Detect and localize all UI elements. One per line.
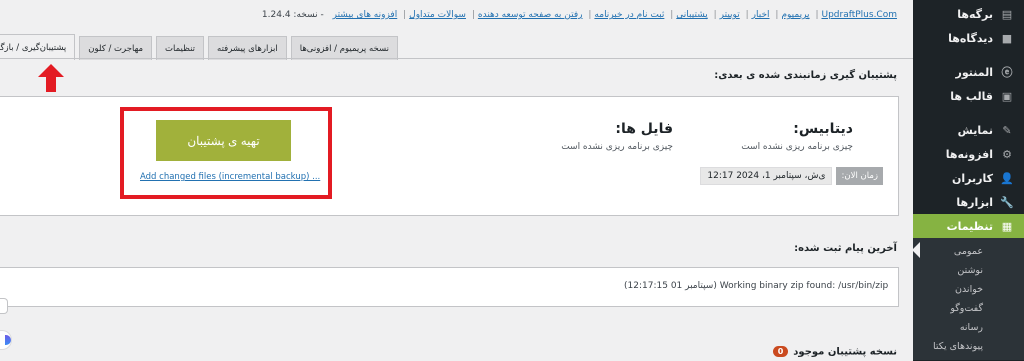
log-text: Working binary zip found: /usr/bin/zip	[719, 281, 889, 291]
header-link-premium[interactable]: پریمیوم	[781, 10, 809, 20]
sidebar-item-label: برگه‌ها	[957, 7, 993, 21]
database-status: چیزی برنامه ریزی نشده است	[741, 142, 853, 152]
header-link-twitter[interactable]: توییتر	[720, 10, 740, 20]
plugin-header-links: UpdraftPlus.Com| پریمیوم| اخبار| توییتر|…	[261, 10, 897, 20]
log-message: (سپتامبر 01 12:17:15) Working binary zip…	[624, 281, 888, 291]
submenu-item-media[interactable]: رسانه	[913, 318, 1024, 337]
main-content: UpdraftPlus.Com| پریمیوم| اخبار| توییتر|…	[0, 0, 913, 361]
tab-migrate-clone[interactable]: مهاجرت / کلون	[79, 36, 153, 60]
active-menu-arrow	[912, 242, 920, 258]
sidebar-item-comments[interactable]: ■ دیدگاه‌ها	[913, 26, 1024, 50]
submenu-item-writing[interactable]: نوشتن	[913, 261, 1024, 280]
sidebar-item-templates[interactable]: ▣ قالب ها	[913, 84, 1024, 108]
pages-icon: ▤	[1001, 7, 1013, 21]
files-column: فایل ها: چیزی برنامه ریزی نشده است	[513, 121, 673, 152]
sidebar-item-elementor[interactable]: ⓔ المنتور	[913, 60, 1024, 84]
sidebar-item-pages[interactable]: ▤ برگه‌ها	[913, 2, 1024, 26]
tab-settings[interactable]: تنظیمات	[156, 36, 205, 60]
backup-now-button[interactable]: تهیه ی پشتیبان	[156, 120, 291, 161]
sidebar-item-label: نمایش	[957, 123, 993, 137]
tabs-divider	[0, 58, 913, 59]
tab-premium-addons[interactable]: نسخه پریمیوم / افزونی‌ها	[290, 36, 398, 60]
sidebar-item-appearance[interactable]: ✎ نمایش	[913, 118, 1024, 142]
sidebar-item-users[interactable]: 👤 کاربران	[913, 166, 1024, 190]
sidebar-item-tools[interactable]: 🔧 ابزارها	[913, 190, 1024, 214]
tab-backup-restore[interactable]: پشتیبان‌گیری / بازگردانی	[0, 34, 76, 60]
header-link-updraftplus[interactable]: UpdraftPlus.Com	[821, 10, 897, 20]
settings-submenu: عمومی نوشتن خواندن گفت‌وگو رسانه پیوندها…	[913, 238, 1024, 360]
database-column: دیتابیس: چیزی برنامه ریزی نشده است	[693, 121, 853, 152]
comments-icon: ■	[1001, 31, 1013, 45]
current-time-label: زمان الان:	[836, 167, 883, 185]
sidebar-item-label: کاربران	[952, 171, 993, 185]
plugins-icon: ⚙	[1002, 147, 1012, 161]
sidebar-item-label: المنتور	[955, 65, 994, 79]
submenu-item-reading[interactable]: خواندن	[913, 280, 1024, 299]
header-link-more-plugins[interactable]: افزونه های بیشتر	[333, 10, 398, 20]
templates-icon: ▣	[1001, 89, 1013, 103]
red-up-arrow-icon	[38, 64, 64, 92]
next-scheduled-title: پشتیبان گیری زمانبندی شده ی بعدی:	[714, 70, 897, 81]
header-link-support[interactable]: پشتیبانی	[676, 10, 707, 20]
assistant-logo-icon	[5, 335, 11, 345]
schedule-panel	[0, 96, 899, 216]
existing-backups-count: 0	[772, 346, 789, 357]
tools-icon: 🔧	[1000, 195, 1014, 209]
current-time-row: زمان الان: ی‌ش، سپتامبر 1، 2024 12:17	[700, 167, 883, 185]
sidebar-item-label: ابزارها	[956, 195, 993, 209]
sidebar-item-settings[interactable]: ▦ تنظیمات	[913, 214, 1024, 238]
sidebar-item-label: قالب ها	[950, 89, 993, 103]
admin-sidebar: ▤ برگه‌ها ■ دیدگاه‌ها ⓔ المنتور ▣ قالب ه…	[912, 0, 1024, 361]
appearance-icon: ✎	[1002, 123, 1012, 137]
submenu-item-discussion[interactable]: گفت‌وگو	[913, 299, 1024, 318]
header-link-news[interactable]: اخبار	[752, 10, 770, 20]
sidebar-item-plugins[interactable]: ⚙ افزونه‌ها	[913, 142, 1024, 166]
current-time-value: ی‌ش، سپتامبر 1، 2024 12:17	[700, 167, 833, 185]
sidebar-item-label: افزونه‌ها	[945, 147, 993, 161]
submenu-item-general[interactable]: عمومی	[913, 242, 1024, 261]
existing-backups-title: نسخه پشتیبان موجود 0	[772, 346, 897, 358]
header-link-newsletter[interactable]: ثبت نام در خبرنامه	[594, 10, 664, 20]
floating-assistant-button[interactable]	[0, 330, 12, 350]
tab-advanced-tools[interactable]: ابزارهای پیشرفته	[208, 36, 287, 60]
incremental-backup-link[interactable]: Add changed files (incremental backup) .…	[140, 172, 320, 182]
floating-side-tab[interactable]	[0, 298, 8, 314]
submenu-item-permalinks[interactable]: پیوندهای یکتا	[913, 337, 1024, 356]
plugin-version: - نسخه: 1.24.4	[261, 10, 324, 20]
settings-icon: ▦	[1001, 219, 1013, 233]
header-link-faq[interactable]: سوالات متداول	[409, 10, 466, 20]
sidebar-item-label: دیدگاه‌ها	[948, 31, 993, 45]
log-time: (سپتامبر 01 12:17:15)	[624, 281, 717, 291]
plugin-tabs: نسخه پریمیوم / افزونی‌ها ابزارهای پیشرفت…	[0, 34, 398, 60]
last-log-title: آخرین پیام ثبت شده:	[794, 243, 897, 254]
files-title: فایل ها:	[615, 121, 673, 137]
header-link-developer[interactable]: رفتن به صفحه توسعه دهنده	[478, 10, 583, 20]
database-title: دیتابیس:	[793, 121, 853, 137]
elementor-icon: ⓔ	[1001, 66, 1013, 79]
existing-backups-label: نسخه پشتیبان موجود	[793, 346, 897, 358]
users-icon: 👤	[1000, 171, 1014, 185]
files-status: چیزی برنامه ریزی نشده است	[561, 142, 673, 152]
sidebar-item-label: تنظیمات	[946, 219, 993, 233]
